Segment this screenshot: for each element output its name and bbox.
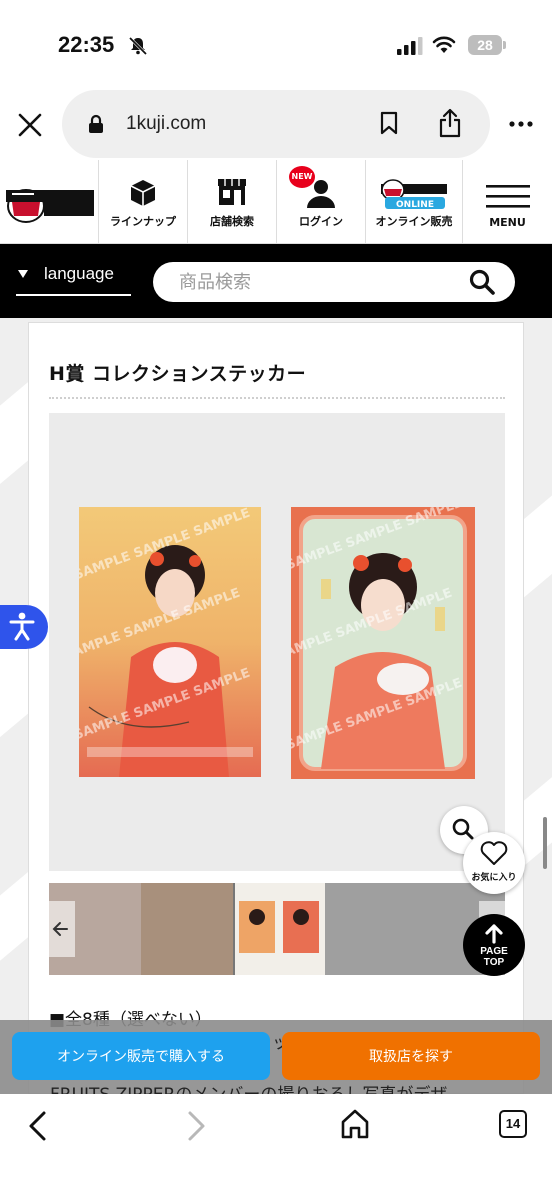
battery-cap [503, 41, 506, 49]
box-icon [130, 180, 156, 206]
buy-online-button[interactable]: オンライン販売で購入する [12, 1032, 270, 1080]
purchase-cta-bar: ッ オンライン販売で購入する 取扱店を探す FRUITS ZIPPERのメンバー… [0, 1020, 552, 1105]
svg-text:ONLINE: ONLINE [396, 200, 434, 210]
tab-count-button[interactable]: 14 [499, 1110, 527, 1138]
more-options-icon[interactable] [508, 120, 534, 128]
bookmark-icon[interactable] [380, 111, 398, 135]
product-search-input[interactable] [179, 268, 459, 296]
nav-online-sales-label: オンライン販売 [375, 215, 453, 228]
nav-online-sales[interactable]: ONLINE オンライン販売 [365, 160, 462, 244]
status-bar: 22:35 28 [0, 0, 552, 90]
url-field[interactable]: 1kuji.com [62, 90, 490, 158]
hamburger-icon [485, 185, 530, 208]
product-card: H賞 コレクションステッカー SAMPLE SAMPLE SAMPLE SAMP… [28, 322, 524, 1094]
language-selector[interactable]: language [16, 264, 131, 296]
site-header-nav: ラインナップ 店舗検索 NEW ログイン ONLINE オンライン販売 MENU [0, 160, 552, 244]
store-icon [218, 179, 246, 205]
wifi-icon [432, 36, 456, 53]
dropdown-triangle-icon [18, 270, 28, 278]
language-label: language [44, 264, 114, 283]
url-text: 1kuji.com [126, 113, 207, 134]
ichiban-kuji-club-logo[interactable] [4, 172, 96, 232]
thumbnail-prev-button[interactable] [49, 901, 75, 957]
nav-lineup-label: ラインナップ [110, 215, 176, 228]
cellular-signal-icon [397, 37, 423, 55]
nav-store-search[interactable]: 店舗検索 [187, 160, 276, 244]
search-bar-strip: language [0, 244, 552, 318]
nav-lineup[interactable]: ラインナップ [98, 160, 187, 244]
product-search-box [153, 262, 515, 302]
favorite-button[interactable]: お気に入り [463, 832, 525, 894]
arrow-left-icon [52, 922, 68, 936]
scroll-indicator[interactable] [543, 817, 547, 869]
browser-address-bar: 1kuji.com [0, 88, 552, 160]
sticker-photo-left: SAMPLE SAMPLE SAMPLE SAMPLE SAMPLE SAMPL… [79, 507, 261, 777]
home-icon[interactable] [340, 1108, 370, 1140]
image-thumbnail-strip [49, 883, 505, 975]
bell-muted-icon [128, 36, 148, 56]
thumbnail[interactable] [141, 883, 233, 975]
accessibility-icon [9, 612, 35, 641]
nav-menu[interactable]: MENU [462, 160, 552, 244]
product-title: H賞 コレクションステッカー [49, 363, 307, 385]
page-top-label: PAGE TOP [463, 946, 525, 968]
arrow-up-icon [485, 924, 503, 944]
new-badge: NEW [289, 166, 315, 188]
sticker-photo-right: SAMPLE SAMPLE SAMPLE SAMPLE SAMPLE SAMPL… [291, 507, 475, 779]
page-top-label-line2: TOP [483, 957, 505, 968]
heart-icon [480, 841, 508, 865]
nav-login-label: ログイン [299, 215, 343, 228]
lock-icon [89, 114, 103, 133]
nav-menu-label: MENU [489, 216, 526, 229]
favorite-label: お気に入り [471, 873, 517, 883]
nav-login[interactable]: NEW ログイン [276, 160, 365, 244]
product-main-image[interactable]: SAMPLE SAMPLE SAMPLE SAMPLE SAMPLE SAMPL… [49, 413, 505, 871]
browser-toolbar: 14 [0, 1094, 552, 1200]
forward-arrow-icon[interactable] [184, 1110, 208, 1142]
thumbnail-active[interactable] [235, 883, 325, 975]
close-icon[interactable] [17, 112, 43, 138]
back-arrow-icon[interactable] [26, 1110, 50, 1142]
ichiban-online-logo: ONLINE [381, 179, 447, 210]
nav-store-search-label: 店舗検索 [210, 215, 254, 228]
share-icon[interactable] [438, 108, 462, 138]
accessibility-button[interactable] [0, 605, 48, 649]
status-time: 22:35 [58, 32, 115, 57]
dotted-divider [49, 397, 505, 399]
page-top-label-line1: PAGE [480, 946, 508, 957]
page-top-button[interactable]: PAGE TOP [463, 914, 525, 976]
thumbnail-active-art [239, 901, 319, 953]
find-store-button[interactable]: 取扱店を探す [282, 1032, 540, 1080]
search-icon[interactable] [469, 269, 495, 295]
battery-indicator: 28 [468, 35, 502, 55]
